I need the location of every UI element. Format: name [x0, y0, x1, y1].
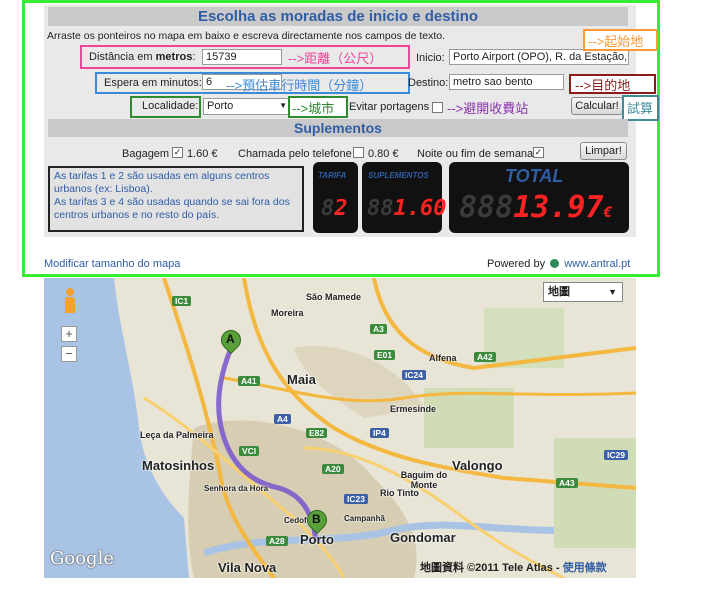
place-campanha: Campanhã [344, 514, 385, 523]
tariff-info-line1: As tarifas 1 e 2 são usadas em alguns ce… [54, 170, 270, 195]
supplements-display-value: 881.60 [367, 196, 447, 221]
tariff-display: TARIFA 82 [313, 162, 358, 233]
place-senhora-hora: Senhora da Hora [204, 484, 269, 493]
map-copyright-text: 地圖資料 ©2011 Tele Atlas [420, 562, 553, 574]
total-display-value: 88813.97€ [459, 190, 612, 225]
avoid-tolls-label: Evitar portagens [349, 101, 430, 113]
distance-label: Distância em metros: [89, 51, 196, 63]
supplements-display: SUPLEMENTOS 881.60 [362, 162, 446, 233]
road-shield: A28 [266, 536, 288, 546]
road-shield: VCI [239, 446, 260, 456]
origin-label: Inicio: [416, 52, 445, 64]
phone-call-checkbox[interactable] [353, 147, 364, 158]
place-moreira: Moreira [271, 308, 304, 318]
place-ermesinde: Ermesinde [390, 404, 437, 414]
road-shield: A43 [556, 478, 578, 488]
night-weekend-label: Noite ou fim de semana [417, 148, 534, 160]
total-display: TOTAL 88813.97€ [449, 162, 629, 233]
destination-field[interactable]: metro sao bento [449, 74, 564, 90]
road-shield: IC23 [344, 494, 368, 504]
baggage-checkbox[interactable]: ✓ [172, 147, 183, 158]
calculate-annotation: 試算 [627, 101, 654, 116]
tariff-info-line2: As tarifas 3 e 4 são usadas quando se sa… [54, 196, 290, 221]
map-canvas [44, 278, 636, 578]
place-leca: Leça da Palmeira [140, 430, 214, 440]
phone-call-label: Chamada pelo telefone [238, 148, 352, 160]
locality-select[interactable]: Porto ▼ [203, 98, 290, 115]
road-shield: A3 [370, 324, 387, 334]
page-title: Escolha as moradas de inicio e destino [48, 7, 628, 26]
place-maia: Maia [287, 372, 316, 387]
place-alfena: Alfena [429, 353, 457, 363]
road-shield: IP4 [370, 428, 389, 438]
route-marker-b[interactable]: B [302, 505, 332, 538]
clear-button[interactable]: Limpar! [580, 142, 627, 160]
tariff-display-label: TARIFA [318, 171, 347, 180]
map-type-select[interactable]: 地圖 ▼ [543, 282, 623, 302]
zoom-in-button[interactable]: + [61, 326, 77, 342]
powered-by: Powered by www.antral.pt [487, 258, 630, 270]
origin-annotation: -->起始地 [588, 34, 644, 49]
city-annotation: -->城市 [292, 101, 335, 116]
antral-logo-icon [550, 259, 560, 268]
zoom-out-button[interactable]: − [61, 346, 77, 362]
baggage-price: 1.60 € [187, 148, 218, 160]
phone-call-price: 0.80 € [368, 148, 399, 160]
street-view-pegman-icon[interactable] [62, 288, 78, 314]
supplements-title: Suplementos [48, 119, 628, 137]
map-view[interactable]: + − 地圖 ▼ Maia Matosinhos Valongo Porto G… [44, 278, 636, 578]
map-copyright: 地圖資料 ©2011 Tele Atlas - 使用條款 [420, 562, 607, 574]
place-baguim: Baguim do Monte [400, 470, 448, 490]
resize-map-link[interactable]: Modificar tamanho do mapa [44, 258, 180, 270]
road-shield: A42 [474, 352, 496, 362]
road-shield: IC29 [604, 450, 628, 460]
locality-value: Porto [207, 100, 234, 112]
road-shield: A4 [274, 414, 291, 424]
avoid-tolls-checkbox[interactable] [432, 102, 443, 113]
wait-annotation: -->預估車行時間（分鐘） [226, 78, 373, 93]
wait-label: Espera em minutos: [104, 77, 202, 89]
supplements-display-label: SUPLEMENTOS [368, 171, 429, 180]
chevron-down-icon: ▼ [608, 287, 617, 297]
place-vila-nova: Vila Nova [218, 560, 277, 575]
tariff-display-value: 82 [321, 196, 348, 221]
marker-b-label: B [312, 512, 321, 526]
place-matosinhos: Matosinhos [142, 458, 215, 473]
chevron-down-icon: ▼ [279, 101, 287, 110]
google-logo[interactable]: Google [50, 548, 114, 569]
night-weekend-checkbox[interactable]: ✓ [533, 147, 544, 158]
road-shield: IC1 [172, 296, 192, 306]
map-type-value: 地圖 [548, 286, 570, 298]
road-shield: IC24 [402, 370, 426, 380]
powered-by-label: Powered by [487, 258, 546, 270]
place-valongo: Valongo [452, 458, 503, 473]
avoid-tolls-annotation: -->避開收費站 [447, 101, 529, 116]
place-gondomar: Gondomar [390, 530, 456, 545]
route-marker-a[interactable]: A [216, 325, 246, 358]
distance-annotation: -->距離（公尺） [288, 51, 383, 66]
place-sao-mamede: São Mamede [306, 292, 362, 302]
marker-a-label: A [226, 332, 235, 346]
total-display-label: TOTAL [505, 166, 564, 186]
instructions-text: Arraste os ponteiros no mapa em baixo e … [47, 30, 446, 42]
origin-field[interactable]: Porto Airport (OPO), R. da Estação, 4 [449, 49, 629, 65]
antral-link[interactable]: www.antral.pt [564, 258, 630, 270]
road-shield: E82 [306, 428, 328, 438]
destination-label: Destino: [408, 77, 449, 89]
calculate-button[interactable]: Calcular! [571, 97, 623, 115]
locality-label: Localidade: [142, 100, 199, 112]
distance-field[interactable]: 15739 [202, 49, 282, 65]
destination-annotation: -->目的地 [575, 78, 631, 93]
road-shield: E01 [374, 350, 396, 360]
baggage-label: Bagagem [122, 148, 170, 160]
map-terms-link[interactable]: 使用條款 [563, 562, 607, 574]
road-shield: A20 [322, 464, 344, 474]
place-rio-tinto: Rio Tinto [380, 488, 419, 498]
road-shield: A41 [238, 376, 260, 386]
tariff-info-box: As tarifas 1 e 2 são usadas em alguns ce… [48, 166, 304, 232]
